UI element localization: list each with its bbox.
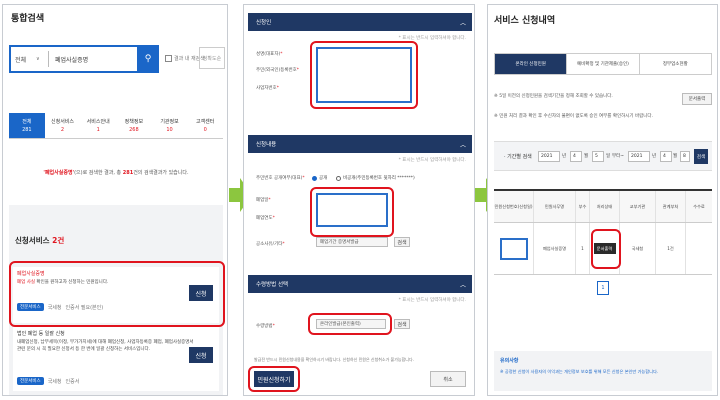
tab-policy[interactable]: 정책정보 268 bbox=[116, 113, 152, 138]
search-scope-select[interactable]: 전체 ∨ bbox=[11, 51, 49, 67]
tab-pending-submissions[interactable]: 예비확정 및 기관제출(승인) bbox=[567, 54, 640, 74]
chevron-up-icon: ︿ bbox=[459, 281, 466, 289]
print-document-button[interactable]: 문서출력 bbox=[682, 93, 712, 105]
highlight-box bbox=[9, 261, 225, 327]
from-day-select[interactable]: 5 bbox=[592, 151, 604, 162]
to-year-select[interactable]: 2021 bbox=[628, 151, 650, 162]
service-history-panel: 서비스 신청내역 온라인 신청민원 예비확정 및 기관제출(승인) 정부업소현황… bbox=[487, 4, 718, 396]
result-card: 법인 폐업 등 일괄 신청 내폐업신청, 납부세목(이정, 부가가치세)에 대해… bbox=[13, 327, 219, 391]
history-tabs: 온라인 신청민원 예비확정 및 기관제출(승인) 정부업소현황 bbox=[494, 53, 712, 75]
highlight-box bbox=[308, 313, 392, 335]
integrated-search-panel: 통합검색 전체 ∨ 폐업사실증명 ⚲ 결과 내 재검색 정확도순 전체 281 신… bbox=[2, 4, 228, 396]
reason-search-button[interactable]: 검색 bbox=[394, 237, 410, 247]
highlight-box bbox=[248, 366, 300, 392]
period-search: · 기간별 검색 2021 년 4 월 5 일 부터~ 2021 년 4 월 8… bbox=[494, 141, 712, 171]
page-title: 통합검색 bbox=[11, 14, 45, 24]
apply-button[interactable]: 신청 bbox=[189, 347, 213, 363]
section-header-receive[interactable]: 수령방법 선택 ︿ bbox=[248, 275, 472, 293]
to-day-select[interactable]: 8 bbox=[680, 151, 690, 162]
notice-box: 유의사항 ※ 공정한 신청이 사용자의 이익과는 개인정보 보호를 위해 모든 … bbox=[494, 351, 712, 391]
search-button[interactable]: ⚲ bbox=[137, 45, 159, 73]
tab-office-status[interactable]: 정부업소현황 bbox=[640, 54, 711, 74]
chevron-down-icon: ∨ bbox=[36, 56, 40, 62]
tab-apply-service[interactable]: 신청서비스 2 bbox=[45, 113, 81, 138]
result-tabs: 전체 281 신청서비스 2 서비스안내 1 정책정보 268 기관정보 10 고객센터 0 bbox=[9, 113, 223, 139]
chevron-up-icon: ︿ bbox=[459, 19, 466, 27]
receive-search-button[interactable]: 검색 bbox=[394, 319, 410, 329]
chevron-up-icon: ︿ bbox=[459, 141, 466, 149]
tab-online-applications[interactable]: 온라인 신청민원 bbox=[495, 54, 568, 74]
card-tags: 전문서비스 국세청 인증서 bbox=[17, 377, 79, 385]
section-title: 신청서비스 2건 bbox=[15, 236, 65, 245]
tab-all[interactable]: 전체 281 bbox=[9, 113, 45, 138]
checkbox-box[interactable] bbox=[165, 55, 172, 62]
highlight-box bbox=[591, 229, 621, 269]
page-title: 서비스 신청내역 bbox=[494, 16, 556, 26]
cancel-button[interactable]: 취소 bbox=[430, 371, 466, 387]
search-bar: 전체 ∨ 폐업사실증명 ⚲ bbox=[9, 45, 159, 73]
section-header-applicant[interactable]: 신청인 ︿ bbox=[248, 13, 472, 31]
notice-title: 유의사항 bbox=[500, 358, 519, 364]
application-number-cell[interactable] bbox=[499, 237, 528, 260]
radio-hide[interactable]: 비공개(주민등록번호 뒷자리 *******) bbox=[336, 175, 415, 181]
highlight-box bbox=[310, 41, 418, 109]
tab-org-info[interactable]: 기관정보 10 bbox=[152, 113, 188, 138]
from-month-select[interactable]: 4 bbox=[570, 151, 582, 162]
reason-field[interactable]: 폐업기간 증명서발급 bbox=[316, 237, 388, 247]
from-year-select[interactable]: 2021 bbox=[538, 151, 560, 162]
sort-select[interactable]: 정확도순 bbox=[199, 47, 225, 69]
application-form-panel: 신청인 ︿ * 표시는 반드시 입력하셔야 합니다. 성명(대표자)* 주민(외… bbox=[243, 4, 475, 396]
search-button[interactable]: 검색 bbox=[694, 149, 708, 164]
tab-service-guide[interactable]: 서비스안내 1 bbox=[80, 113, 116, 138]
section-header-content[interactable]: 신청내용 ︿ bbox=[248, 135, 472, 153]
search-icon: ⚲ bbox=[144, 54, 152, 64]
radio-disclose[interactable]: 공개 bbox=[312, 175, 327, 181]
tab-help-center[interactable]: 고객센터 0 bbox=[187, 113, 223, 138]
table-header: 민원신청번호(신청일) 민원사무명 부수 처리상태 교부기관 관계부처 수수료 bbox=[494, 191, 712, 223]
to-month-select[interactable]: 4 bbox=[660, 151, 672, 162]
result-notice: '폐업사실증명'(으)로 검색한 결과, 총 281건의 검색결과가 있습니다. bbox=[43, 170, 189, 176]
highlight-box bbox=[310, 187, 394, 237]
search-input[interactable]: 폐업사실증명 bbox=[49, 55, 137, 64]
page-number[interactable]: 1 bbox=[597, 281, 609, 295]
